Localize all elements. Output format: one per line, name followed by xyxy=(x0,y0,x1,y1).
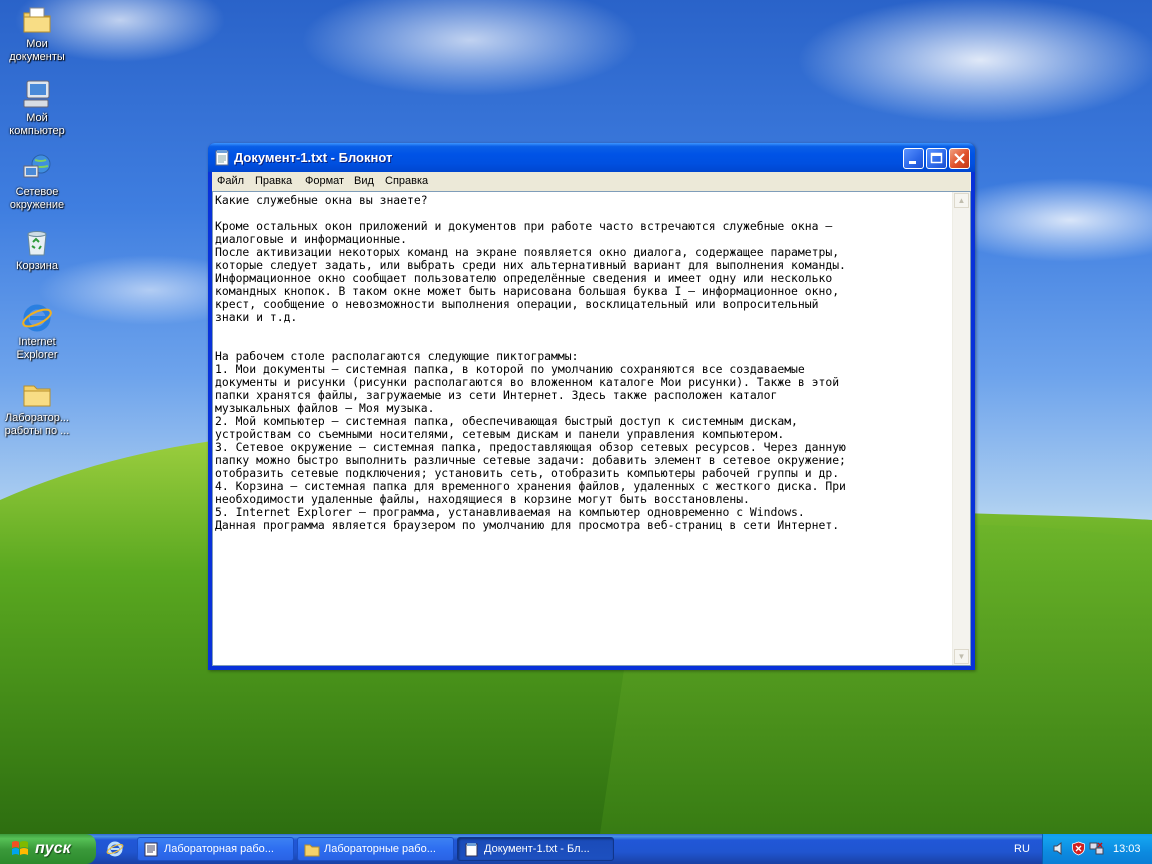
folder-icon xyxy=(23,385,51,407)
taskbar-task-lab-folder[interactable]: Лабораторные рабо... xyxy=(297,837,454,861)
my-documents-icon xyxy=(23,7,51,33)
word-document-icon xyxy=(144,842,158,857)
desktop-icon-network[interactable]: Сетевое окружение xyxy=(0,152,74,212)
notepad-icon xyxy=(215,150,229,166)
menu-help[interactable]: Справка xyxy=(385,175,428,187)
scroll-up-button[interactable]: ▲ xyxy=(954,193,969,208)
close-icon xyxy=(954,153,965,164)
menu-format[interactable]: Формат xyxy=(305,175,344,187)
quick-launch-ie-icon[interactable] xyxy=(106,840,124,858)
desktop-icon-label: Мои документы xyxy=(9,38,65,63)
close-button[interactable] xyxy=(949,148,970,169)
vertical-scrollbar[interactable]: ▲ ▼ xyxy=(952,192,970,665)
internet-explorer-icon xyxy=(22,304,52,332)
minimize-button[interactable] xyxy=(903,148,924,169)
desktop-icon-label: Мой компьютер xyxy=(9,112,65,137)
my-computer-icon xyxy=(23,80,50,108)
maximize-icon xyxy=(930,152,943,164)
clock[interactable]: 13:03 xyxy=(1113,843,1141,855)
desktop-icon-lab-works-folder[interactable]: Лаборатор... работы по ... xyxy=(0,378,74,438)
scroll-down-button[interactable]: ▼ xyxy=(954,649,969,664)
menu-bar: Файл Правка Формат Вид Справка xyxy=(212,172,971,191)
minimize-icon xyxy=(909,161,916,164)
notepad-window: Документ-1.txt - Блокнот Файл Правка Фор… xyxy=(208,143,975,670)
task-label: Лабораторные рабо... xyxy=(324,843,436,855)
speaker-icon[interactable] xyxy=(1052,841,1067,856)
desktop-icon-label: Лаборатор... работы по ... xyxy=(4,412,70,437)
task-label: Лабораторная рабо... xyxy=(164,843,274,855)
desktop-icon-my-documents[interactable]: Мои документы xyxy=(0,4,74,64)
folder-icon xyxy=(304,844,320,857)
network-status-icon[interactable] xyxy=(1089,841,1104,856)
taskbar-task-notepad[interactable]: Документ-1.txt - Бл... xyxy=(457,837,614,861)
maximize-button[interactable] xyxy=(926,148,947,169)
menu-edit[interactable]: Правка xyxy=(255,175,292,187)
taskbar-task-lab-document[interactable]: Лабораторная рабо... xyxy=(137,837,294,861)
chevron-up-icon: ▲ xyxy=(957,196,966,205)
menu-view[interactable]: Вид xyxy=(354,175,374,187)
windows-logo-icon xyxy=(12,841,28,855)
document-text[interactable]: Какие служебные окна вы знаете? Кроме ос… xyxy=(215,194,953,662)
desktop-icon-recycle-bin[interactable]: Корзина xyxy=(0,226,74,273)
notepad-icon xyxy=(465,843,478,857)
window-title-bar[interactable]: Документ-1.txt - Блокнот xyxy=(208,143,975,172)
recycle-bin-icon xyxy=(27,231,47,256)
language-indicator[interactable]: RU xyxy=(1014,843,1030,855)
desktop-icon-label: Internet Explorer xyxy=(16,336,58,361)
system-tray: 13:03 xyxy=(1042,834,1152,864)
text-editor-area[interactable]: Какие служебные окна вы знаете? Кроме ос… xyxy=(212,191,971,666)
desktop-icon-label: Сетевое окружение xyxy=(9,186,65,211)
desktop-icon-label: Корзина xyxy=(16,260,58,272)
start-label: пуск xyxy=(35,840,71,857)
taskbar: пуск Лабораторная рабо... Лабораторные р… xyxy=(0,834,1152,864)
start-button[interactable]: пуск xyxy=(0,834,96,864)
menu-file[interactable]: Файл xyxy=(217,175,244,187)
window-title: Документ-1.txt - Блокнот xyxy=(234,150,393,165)
network-icon xyxy=(23,154,51,178)
desktop-icon-internet-explorer[interactable]: Internet Explorer xyxy=(0,302,74,362)
chevron-down-icon: ▼ xyxy=(957,652,966,661)
desktop-icon-my-computer[interactable]: Мой компьютер xyxy=(0,78,74,138)
task-label: Документ-1.txt - Бл... xyxy=(484,843,590,855)
security-shield-icon[interactable] xyxy=(1071,841,1086,856)
